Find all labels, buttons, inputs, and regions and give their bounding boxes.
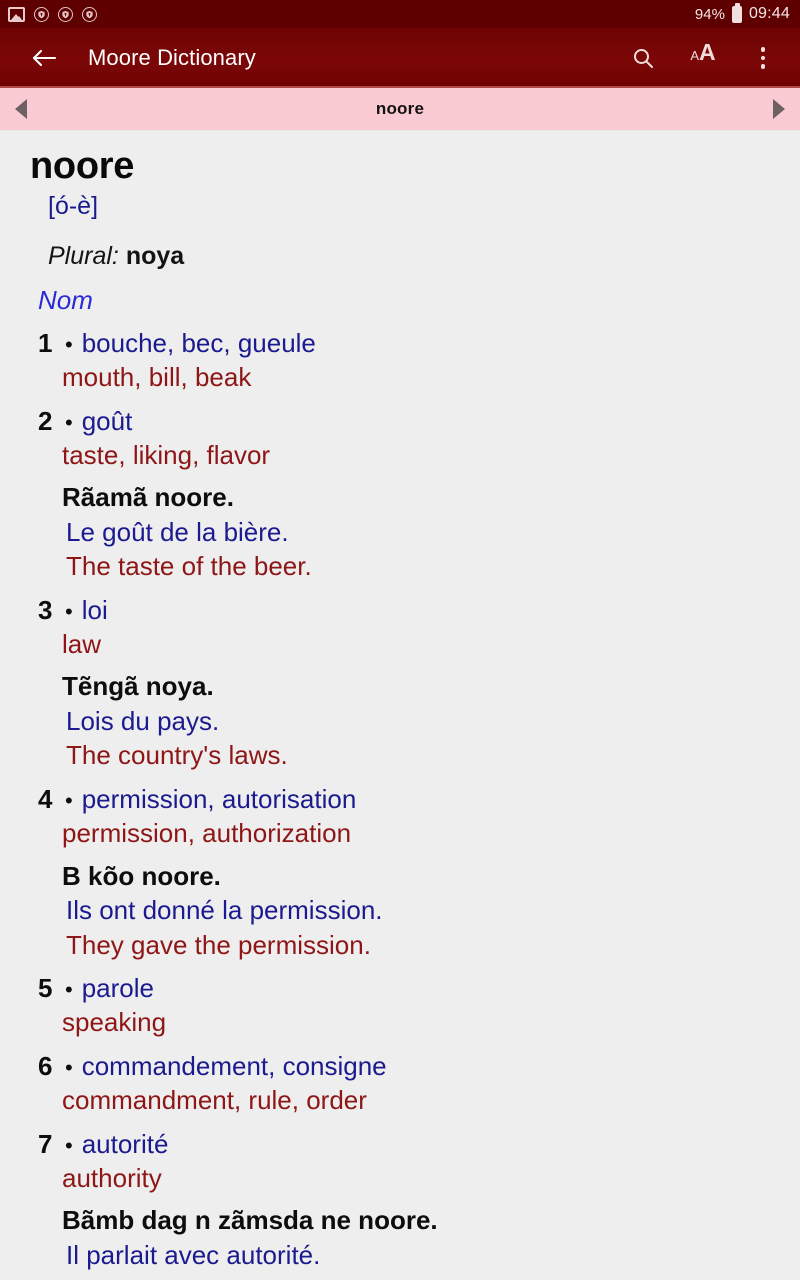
sense-english-gloss: mouth, bill, beak — [62, 362, 252, 393]
notification-icon-1 — [34, 6, 49, 22]
sense-header: 4 • permission, autorisation — [38, 784, 780, 815]
sense-header: 2 • goût — [38, 406, 780, 437]
plural-label: Plural: — [48, 241, 119, 270]
sense-header: 5 • parole — [38, 973, 780, 1004]
sense-number: 7 — [38, 1128, 53, 1159]
dictionary-entry: noore [ó-è] Plural: noya Nom 1 • bouche, b… — [0, 131, 800, 1279]
sense-number: 5 — [38, 973, 53, 1004]
sense-french-gloss: parole — [81, 973, 154, 1004]
sense-english-gloss: commandment, rule, order — [62, 1085, 367, 1115]
sense-french-gloss: goût — [81, 405, 133, 436]
status-bar-system: 94% 09:44 — [694, 2, 790, 23]
example-english: They gave the permission. — [66, 929, 371, 960]
notification-icon-3 — [82, 6, 97, 22]
sense-english-gloss: taste, liking, flavor — [62, 439, 271, 470]
part-of-speech: Nom — [38, 284, 93, 315]
sense-header: 3 • loi — [38, 595, 780, 626]
plural-line: Plural: noya — [48, 241, 780, 271]
search-button[interactable] — [626, 41, 660, 75]
sense-item: 1 • bouche, bec, gueule mouth, bill, beak — [20, 328, 780, 394]
sense-french-gloss: bouche, bec, gueule — [81, 327, 316, 358]
sense-header: 7 • autorité — [38, 1129, 780, 1160]
example-english: He spoke with authority. — [66, 1273, 780, 1279]
sense-header: 1 • bouche, bec, gueule — [38, 328, 780, 359]
font-size-button[interactable]: AA — [686, 41, 720, 75]
status-bar: 94% 09:44 — [0, 0, 800, 28]
example-sentence: Bãmb dag n zãmsda ne noore. Il parlait av… — [20, 1204, 780, 1279]
sense-number: 4 — [38, 783, 53, 814]
example-sentence: Rãamã noore. Le goût de la bière. The tast… — [20, 481, 780, 583]
chevron-right-icon — [773, 99, 785, 119]
sense-bullet-icon: • — [65, 1132, 73, 1158]
sense-item: 7 • autorité authority Bãmb dag n zãmsda ne … — [20, 1129, 780, 1280]
sense-french-gloss: permission, autorisation — [81, 783, 357, 814]
example-sentence: B kõo noore. Ils ont donné la permission.… — [20, 860, 780, 962]
sense-english-gloss: authority — [62, 1162, 162, 1193]
sense-item: 5 • parole speaking — [20, 973, 780, 1039]
example-english: The country's laws. — [66, 740, 288, 771]
current-word-label: noore — [375, 99, 425, 118]
example-french: Lois du pays. — [66, 705, 220, 736]
battery-icon — [731, 2, 742, 23]
sense-english-gloss: law — [62, 628, 102, 659]
sense-bullet-icon: • — [65, 977, 73, 1003]
sense-french-gloss: commandement, consigne — [81, 1050, 387, 1081]
sense-french-gloss: autorité — [81, 1128, 169, 1159]
sense-french-gloss: loi — [81, 594, 108, 625]
next-word-button[interactable] — [766, 88, 792, 130]
plural-value: noya — [125, 241, 185, 270]
sense-bullet-icon: • — [65, 331, 73, 357]
example-moore: Tẽngã noya. — [62, 671, 214, 702]
font-size-large-glyph: A — [699, 39, 716, 65]
sense-bullet-icon: • — [65, 787, 73, 813]
search-icon — [634, 49, 653, 68]
status-bar-icons — [8, 6, 97, 22]
overflow-menu-button[interactable] — [746, 41, 780, 75]
sense-list: 1 • bouche, bec, gueule mouth, bill, beak 2 •… — [20, 328, 780, 1279]
pronunciation: [ó-è] — [48, 191, 99, 220]
sense-bullet-icon: • — [65, 1054, 73, 1080]
image-icon — [8, 6, 25, 22]
example-moore: Rãamã noore. — [62, 482, 234, 513]
back-arrow-icon — [32, 49, 57, 67]
example-french: Il parlait avec autorité. — [66, 1239, 321, 1270]
example-sentence: Tẽngã noya. Lois du pays. The country's la… — [20, 670, 780, 772]
sense-item: 4 • permission, autorisation permission, au… — [20, 784, 780, 961]
example-english: The taste of the beer. — [66, 551, 312, 582]
sense-item: 3 • loi law Tẽngã noya. Lois du pays. The coun… — [20, 595, 780, 772]
example-french: Ils ont donné la permission. — [66, 895, 383, 926]
back-button[interactable] — [28, 42, 60, 74]
sense-number: 3 — [38, 594, 53, 625]
sense-number: 6 — [38, 1050, 53, 1081]
sense-bullet-icon: • — [65, 598, 73, 624]
sense-english-gloss: speaking — [62, 1007, 167, 1038]
sense-bullet-icon: • — [65, 409, 73, 435]
example-french: Le goût de la bière. — [66, 516, 289, 547]
sense-english-gloss: permission, authorization — [62, 818, 352, 849]
clock-label: 09:44 — [748, 5, 790, 22]
sense-item: 6 • commandement, consigne commandment, rul… — [20, 1051, 780, 1117]
font-size-small-glyph: A — [690, 48, 700, 63]
example-moore: Bãmb dag n zãmsda ne noore. — [62, 1205, 438, 1236]
sense-number: 1 — [38, 327, 53, 358]
more-options-icon — [760, 47, 766, 69]
chevron-left-icon — [15, 99, 27, 119]
previous-word-button[interactable] — [8, 88, 34, 130]
toolbar-actions: AA — [626, 41, 780, 75]
app-toolbar: Moore Dictionary AA — [0, 28, 800, 88]
headword: noore — [30, 145, 135, 187]
sense-item: 2 • goût taste, liking, flavor Rãamã noore. L… — [20, 406, 780, 583]
battery-percent-label: 94% — [694, 5, 725, 23]
notification-icon-2 — [58, 6, 73, 22]
sense-number: 2 — [38, 405, 53, 436]
word-navigation-bar: noore — [0, 88, 800, 131]
example-moore: B kõo noore. — [62, 860, 221, 891]
sense-header: 6 • commandement, consigne — [38, 1051, 780, 1082]
app-title: Moore Dictionary — [88, 45, 256, 70]
